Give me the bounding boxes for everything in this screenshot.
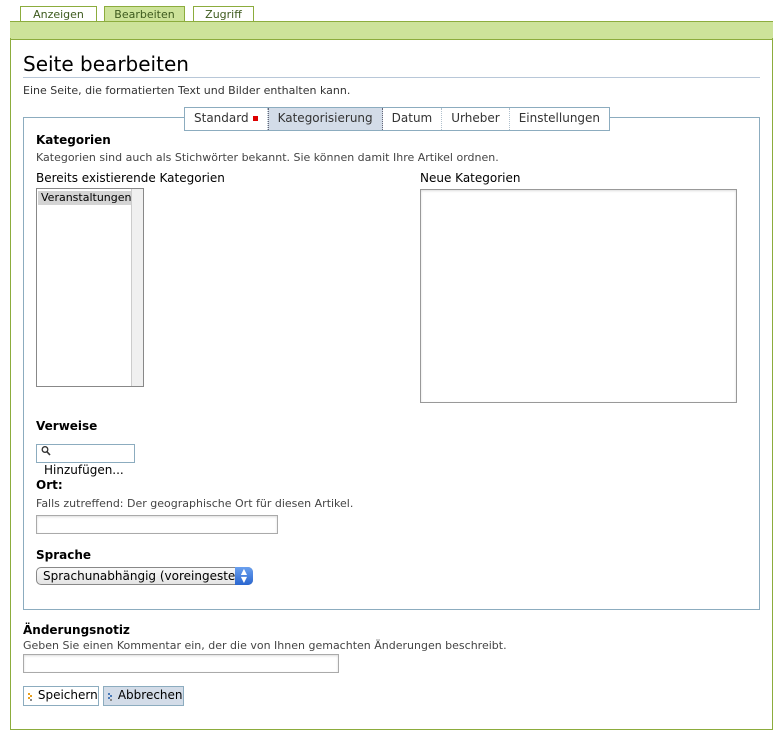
subtab-einstellungen[interactable]: Einstellungen (510, 108, 609, 130)
subtab-standard[interactable]: Standard (185, 108, 268, 130)
select-arrows-icon: ▲ ▼ (235, 567, 253, 585)
location-input[interactable] (36, 515, 278, 534)
location-help: Falls zutreffend: Der geographische Ort … (36, 497, 354, 510)
language-select-value: Sprachunabhängig (voreingestellt) (43, 569, 252, 583)
save-icon (28, 691, 34, 701)
list-item[interactable]: Veranstaltungen (38, 191, 132, 205)
form-subtabs: Standard Kategorisierung Datum Urheber E… (184, 107, 611, 131)
cancel-button[interactable]: Abbrechen (103, 686, 184, 706)
save-label: Speichern (37, 688, 98, 702)
change-note-heading: Änderungsnotiz (23, 623, 130, 637)
new-categories-textarea[interactable] (420, 189, 737, 403)
cancel-icon (108, 691, 114, 701)
search-icon (41, 445, 51, 457)
location-heading: Ort: (36, 478, 63, 492)
tab-zugriff[interactable]: Zugriff (193, 6, 254, 22)
subtab-kategorisierung[interactable]: Kategorisierung (267, 108, 383, 130)
categories-help: Kategorien sind auch als Stichwörter bek… (36, 151, 499, 164)
list-scrollbar[interactable] (131, 189, 143, 386)
existing-categories-label: Bereits existierende Kategorien (36, 171, 225, 185)
categories-heading: Kategorien (36, 133, 111, 147)
save-button[interactable]: Speichern (23, 686, 99, 706)
tab-anzeigen[interactable]: Anzeigen (20, 6, 97, 22)
new-categories-label: Neue Kategorien (420, 171, 521, 185)
change-note-input[interactable] (23, 654, 339, 673)
existing-categories-list[interactable]: Veranstaltungen (36, 188, 144, 387)
page-description: Eine Seite, die formatierten Text und Bi… (23, 84, 351, 97)
required-marker-icon (252, 116, 258, 121)
change-note-help: Geben Sie einen Kommentar ein, der die v… (23, 639, 507, 652)
language-heading: Sprache (36, 548, 92, 562)
references-heading: Verweise (36, 419, 98, 433)
cancel-label: Abbrechen (117, 688, 183, 702)
add-reference-label: Hinzufügen... (44, 463, 124, 477)
tab-bearbeiten[interactable]: Bearbeiten (104, 6, 185, 22)
subtab-datum[interactable]: Datum (383, 108, 443, 130)
language-select[interactable]: Sprachunabhängig (voreingestellt) ▲ ▼ (36, 567, 253, 585)
subtab-urheber[interactable]: Urheber (442, 108, 510, 130)
subtab-standard-label: Standard (194, 111, 249, 125)
title-divider (23, 77, 760, 78)
add-reference-button[interactable]: Hinzufügen... (36, 444, 135, 477)
page-title: Seite bearbeiten (23, 52, 189, 76)
